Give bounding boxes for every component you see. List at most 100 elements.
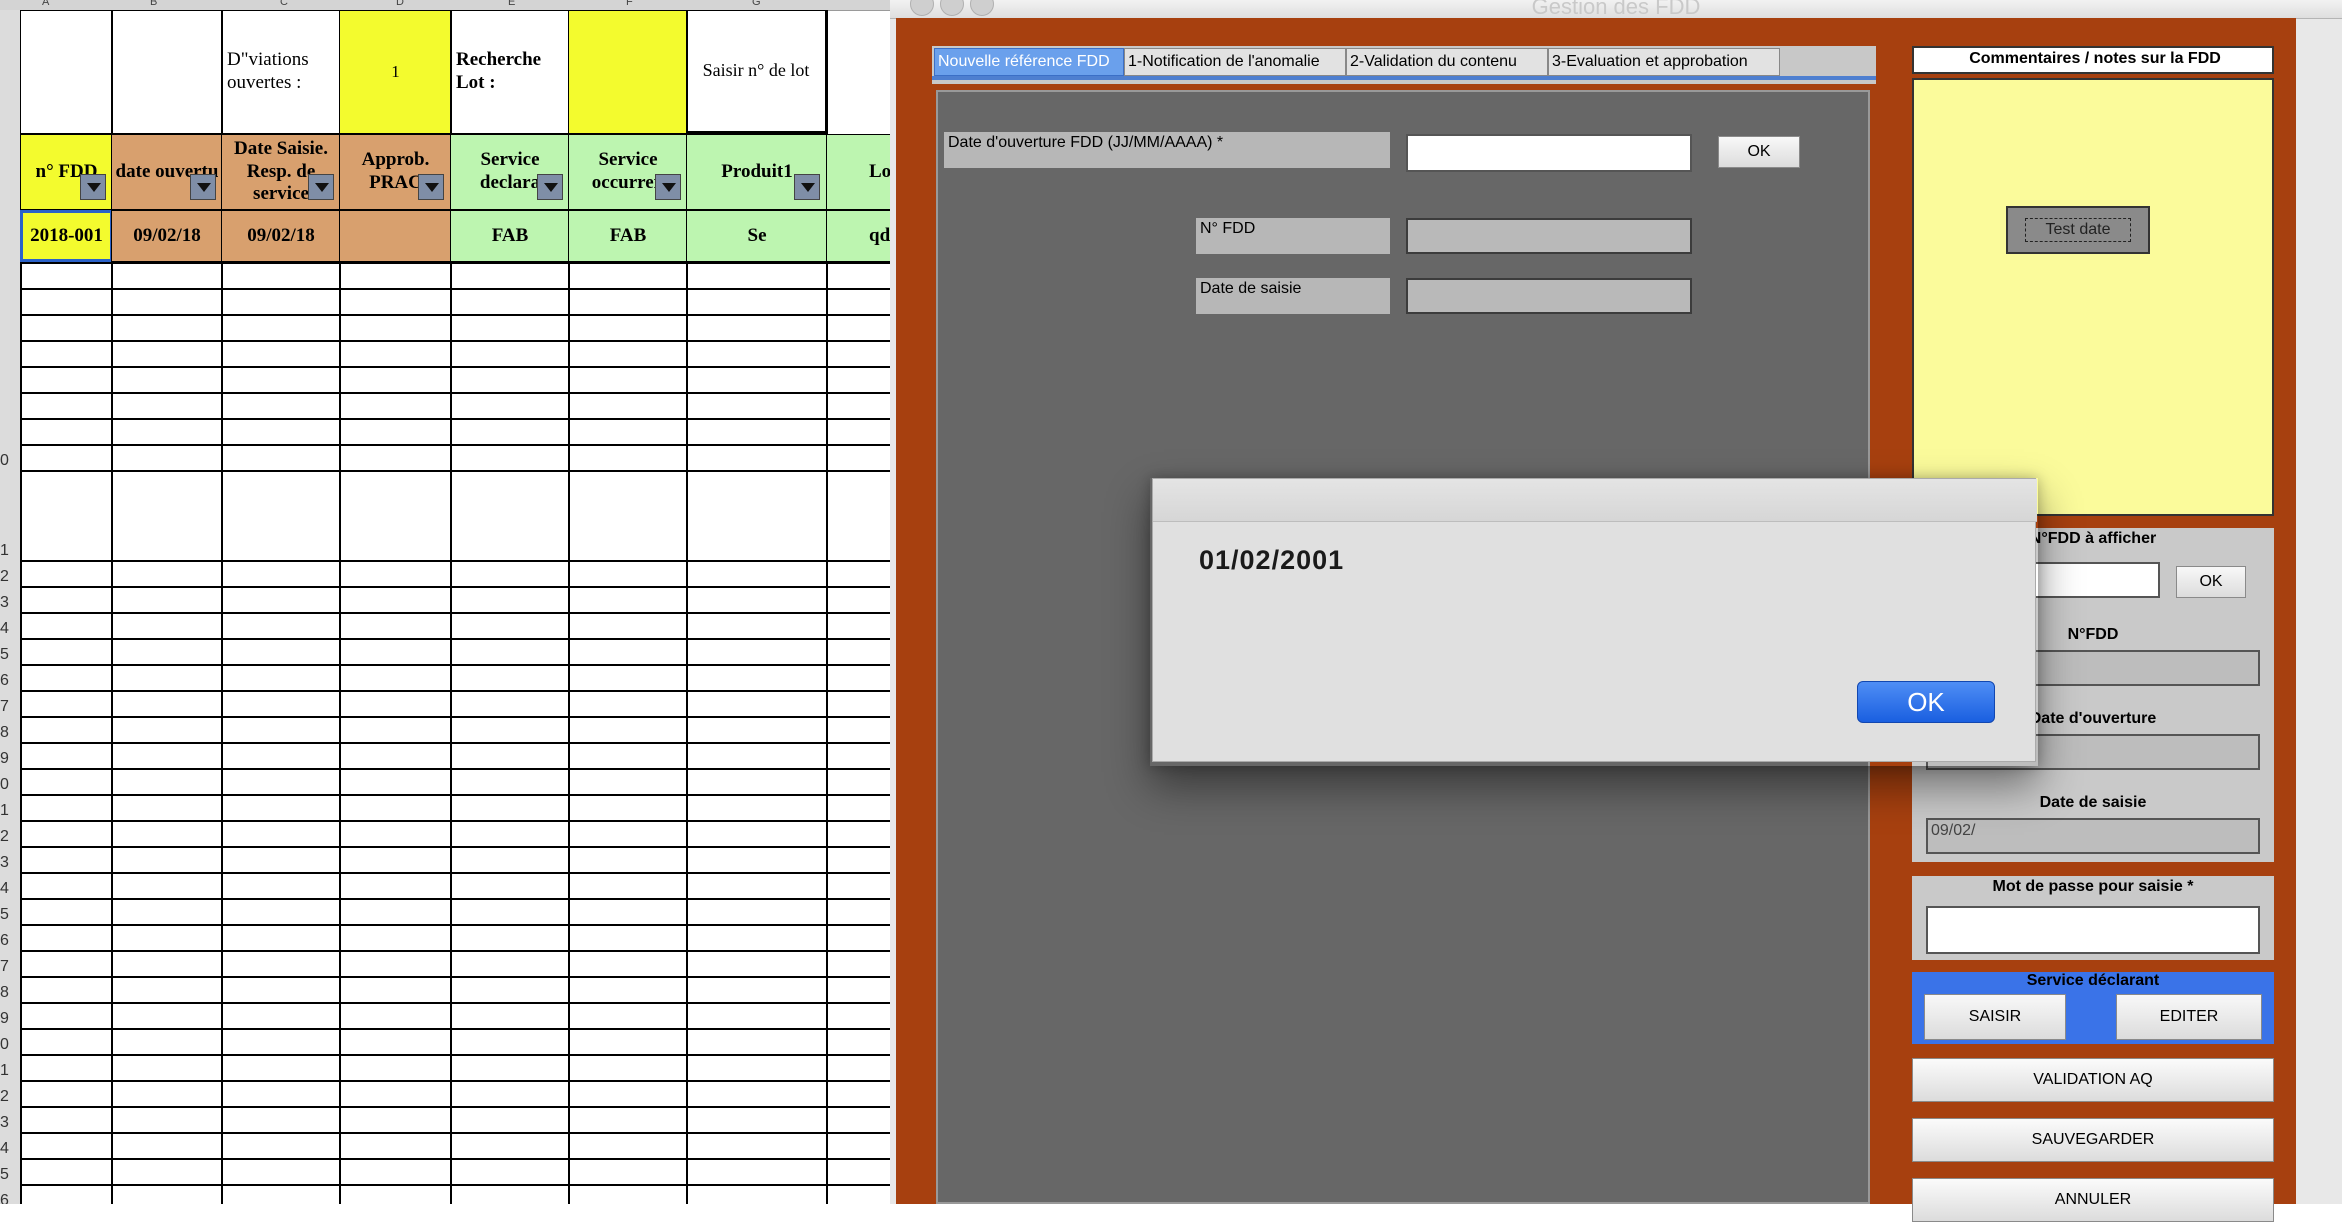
row-number: 1 bbox=[0, 542, 9, 559]
test-date-button[interactable]: Test date bbox=[2006, 206, 2150, 254]
tab-underline bbox=[932, 76, 1876, 80]
deviations-label: D"viations ouvertes : bbox=[221, 10, 341, 134]
grid-line bbox=[20, 768, 896, 770]
grid-line bbox=[20, 392, 896, 394]
row-number: 3 bbox=[0, 854, 9, 871]
filter-dropdown-icon[interactable] bbox=[655, 174, 681, 200]
cell-approb[interactable] bbox=[339, 210, 452, 262]
grid-line bbox=[20, 716, 896, 718]
password-input[interactable] bbox=[1926, 906, 2260, 954]
tab-evaluation[interactable]: 3-Evaluation et approbation bbox=[1548, 48, 1780, 76]
row-number: 6 bbox=[0, 672, 9, 689]
filter-dropdown-icon[interactable] bbox=[537, 174, 563, 200]
row-number: 0 bbox=[0, 776, 9, 793]
grid-line bbox=[20, 366, 896, 368]
lot-prompt: Saisir n° de lot bbox=[686, 10, 828, 134]
grid-line bbox=[20, 872, 896, 874]
grid-line bbox=[20, 1158, 896, 1160]
date-saisie-right-field[interactable]: 09/02/ bbox=[1926, 818, 2260, 854]
grid-line bbox=[450, 262, 452, 1204]
grid-line bbox=[221, 262, 223, 1204]
tab-validation[interactable]: 2-Validation du contenu bbox=[1346, 48, 1548, 76]
row-number: 3 bbox=[0, 594, 9, 611]
grid-line bbox=[20, 288, 896, 290]
password-label: Mot de passe pour saisie * bbox=[1992, 878, 2194, 895]
grid-line bbox=[20, 820, 896, 822]
grid-line bbox=[20, 586, 896, 588]
top-cell-a[interactable] bbox=[20, 10, 113, 134]
tab-notification[interactable]: 1-Notification de l'anomalie bbox=[1124, 48, 1346, 76]
grid-line bbox=[20, 314, 896, 316]
row-number: 0 bbox=[0, 452, 9, 469]
grid-line bbox=[686, 262, 688, 1204]
top-cell-b[interactable] bbox=[111, 10, 223, 134]
comments-textarea[interactable]: Test date bbox=[1912, 78, 2274, 516]
grid-line bbox=[20, 742, 896, 744]
fdd-number-field[interactable] bbox=[1406, 218, 1692, 254]
annuler-button[interactable]: ANNULER bbox=[1912, 1178, 2274, 1222]
grid-line bbox=[568, 262, 570, 1204]
saisir-button[interactable]: SAISIR bbox=[1924, 994, 2066, 1040]
cell-service-occurrence[interactable]: FAB bbox=[568, 210, 688, 262]
sauvegarder-button[interactable]: SAUVEGARDER bbox=[1912, 1118, 2274, 1162]
grid-line bbox=[20, 1132, 896, 1134]
grid-line bbox=[111, 262, 113, 1204]
alert-titlebar bbox=[1153, 479, 2037, 522]
filter-dropdown-icon[interactable] bbox=[794, 174, 820, 200]
filter-dropdown-icon[interactable] bbox=[418, 174, 444, 200]
grid-line bbox=[20, 1184, 896, 1186]
date-saisie-field[interactable] bbox=[1406, 278, 1692, 314]
search-lot-label: Recherche Lot : bbox=[450, 10, 570, 134]
row-number: 5 bbox=[0, 1166, 9, 1183]
alert-ok-button[interactable]: OK bbox=[1857, 681, 1995, 723]
grid-line bbox=[20, 690, 896, 692]
filter-dropdown-icon[interactable] bbox=[190, 174, 216, 200]
cell-lot[interactable]: qd bbox=[826, 210, 896, 262]
date-ouverture-input[interactable] bbox=[1406, 134, 1692, 172]
fdd-number-label: N° FDD bbox=[1196, 218, 1390, 254]
filter-dropdown-icon[interactable] bbox=[80, 174, 106, 200]
validation-aq-button[interactable]: VALIDATION AQ bbox=[1912, 1058, 2274, 1102]
grid-line bbox=[20, 950, 896, 952]
row-number: 0 bbox=[0, 1036, 9, 1053]
row-number: 3 bbox=[0, 1114, 9, 1131]
test-date-label: Test date bbox=[2024, 218, 2132, 242]
row-number: 7 bbox=[0, 958, 9, 975]
grid-line bbox=[20, 1080, 896, 1082]
row-number: 9 bbox=[0, 1010, 9, 1027]
row-number: 2 bbox=[0, 828, 9, 845]
header-label: Produit1 bbox=[721, 160, 793, 182]
header-lot[interactable]: Lo bbox=[826, 134, 896, 210]
editer-button[interactable]: EDITER bbox=[2116, 994, 2262, 1040]
row-number: 2 bbox=[0, 1088, 9, 1105]
grid-line bbox=[20, 1028, 896, 1030]
service-declarant-section: Service déclarant SAISIR EDITER bbox=[1912, 972, 2274, 1044]
cell-service-declarant[interactable]: FAB bbox=[450, 210, 570, 262]
cell-fdd-number[interactable]: 2018-001 bbox=[20, 210, 113, 262]
grid-line bbox=[20, 612, 896, 614]
grid-line bbox=[20, 846, 896, 848]
date-ouverture-label: Date d'ouverture FDD (JJ/MM/AAAA) * bbox=[944, 132, 1390, 168]
grid-line bbox=[20, 898, 896, 900]
grid-line bbox=[20, 976, 896, 978]
afficher-ok-button[interactable]: OK bbox=[2176, 566, 2246, 598]
column-letter: D bbox=[396, 0, 404, 8]
filter-dropdown-icon[interactable] bbox=[308, 174, 334, 200]
header-label: Lo bbox=[869, 160, 892, 182]
grid-line bbox=[20, 1054, 896, 1056]
cell-date-ouverture[interactable]: 09/02/18 bbox=[111, 210, 223, 262]
grid-line bbox=[20, 418, 896, 420]
search-lot-input[interactable] bbox=[568, 10, 688, 134]
grid-line bbox=[20, 262, 22, 1204]
deviations-count[interactable]: 1 bbox=[339, 10, 452, 134]
comments-title-box: Commentaires / notes sur la FDD bbox=[1912, 46, 2274, 74]
tab-nouvelle-reference[interactable]: Nouvelle référence FDD bbox=[934, 48, 1124, 76]
column-letter: G bbox=[752, 0, 761, 8]
row-number: 1 bbox=[0, 802, 9, 819]
cell-produit[interactable]: Se bbox=[686, 210, 828, 262]
grid-line bbox=[20, 444, 896, 446]
date-ok-button[interactable]: OK bbox=[1718, 136, 1800, 168]
grid-line bbox=[20, 470, 896, 472]
cell-date-saisie[interactable]: 09/02/18 bbox=[221, 210, 341, 262]
row-number: 5 bbox=[0, 906, 9, 923]
